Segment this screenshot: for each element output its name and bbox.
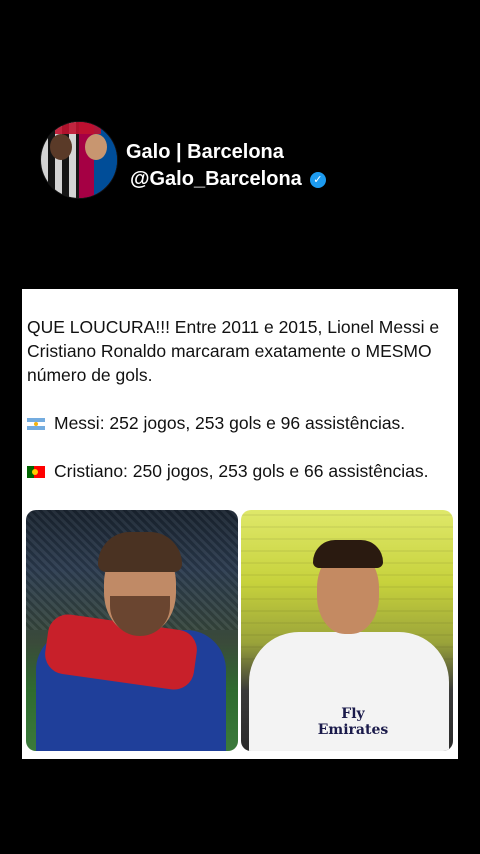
messi-stats-line: Messi: 252 jogos, 253 gols e 96 assistên… (27, 411, 455, 435)
messi-photo[interactable] (26, 510, 238, 751)
portugal-flag-icon (27, 466, 45, 478)
shirt-sponsor-text: Fly Emirates (317, 706, 389, 738)
cristiano-stats-line: Cristiano: 250 jogos, 253 gols e 66 assi… (27, 459, 455, 483)
profile-handle-row[interactable]: @Galo_Barcelona ✓ (130, 168, 326, 191)
verified-badge-icon: ✓ (309, 172, 326, 188)
argentina-flag-icon (27, 418, 45, 430)
cristiano-stats: Cristiano: 250 jogos, 253 gols e 66 assi… (54, 461, 429, 481)
profile-handle: @Galo_Barcelona (130, 168, 302, 190)
avatar-face-right (85, 134, 107, 160)
tweet-text: QUE LOUCURA!!! Entre 2011 e 2015, Lionel… (27, 315, 455, 483)
tweet-card: QUE LOUCURA!!! Entre 2011 e 2015, Lionel… (22, 289, 458, 759)
avatar-face-left (50, 134, 72, 160)
player-hair (98, 532, 182, 572)
profile-avatar[interactable] (40, 121, 118, 199)
tweet-header: Galo | Barcelona @Galo_Barcelona ✓ (40, 121, 460, 199)
tweet-line: número de gols. (27, 365, 153, 385)
messi-stats: Messi: 252 jogos, 253 gols e 96 assistên… (54, 413, 406, 433)
avatar-banner (55, 122, 101, 134)
cristiano-photo[interactable]: Fly Emirates (241, 510, 453, 751)
profile-name[interactable]: Galo | Barcelona (126, 141, 284, 164)
tweet-line: Cristiano Ronaldo marcaram exatamente o … (27, 341, 432, 361)
player-hair (313, 540, 383, 568)
tweet-line: QUE LOUCURA!!! Entre 2011 e 2015, Lionel… (27, 317, 440, 337)
